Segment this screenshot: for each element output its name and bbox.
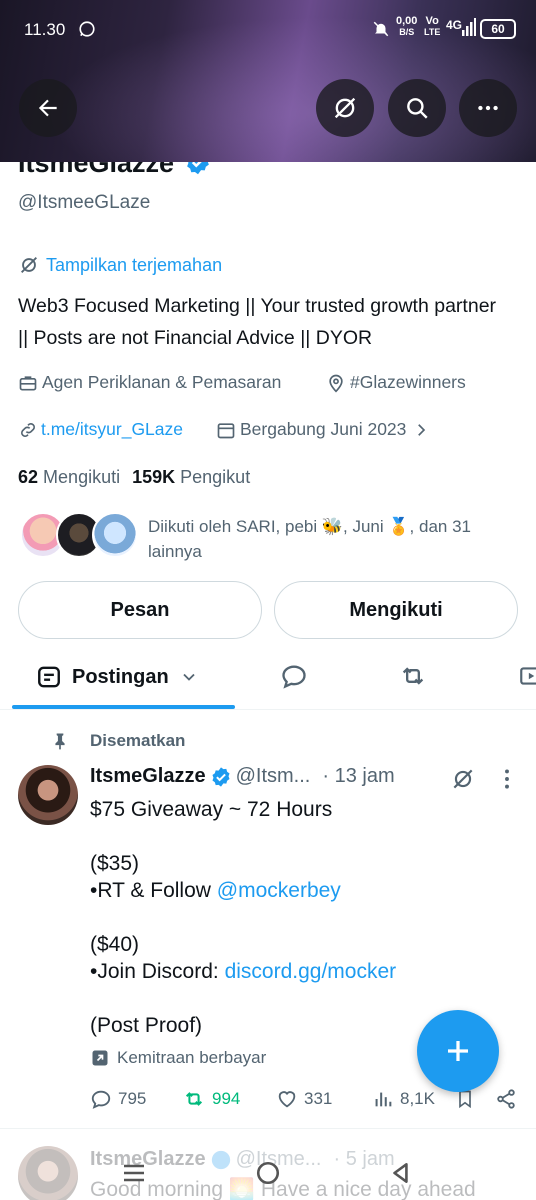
bookmark-button[interactable] [455,1088,475,1115]
grok-icon [453,769,473,789]
followed-by-avatars[interactable] [20,512,140,560]
location-pin-icon [329,374,343,393]
chevron-right-icon [418,423,426,436]
like-button[interactable]: 331 [276,1088,332,1110]
repost-icon [185,1092,203,1106]
video-icon [520,667,536,685]
tab-reposts[interactable] [398,662,428,695]
message-button[interactable]: Pesan [18,581,262,639]
translate-link[interactable]: Tampilkan terjemahan [18,254,222,276]
tab-replies[interactable] [280,662,308,695]
back-button[interactable] [19,79,77,137]
arrow-left-icon [38,99,57,117]
followers-stat[interactable]: 159K Pengikut [132,467,250,488]
reply-button[interactable]: 795 [90,1088,146,1110]
grok-button[interactable] [316,79,374,137]
repost-button[interactable]: 994 [182,1088,240,1110]
post-author-avatar[interactable] [18,765,78,825]
link-icon [21,422,35,437]
pin-icon [55,733,65,750]
posts-icon [38,666,60,688]
post-more-button[interactable] [498,766,516,797]
network-type: 4G [446,18,463,32]
share-button[interactable] [495,1088,517,1115]
mention-link[interactable]: @mockerbey [217,879,341,902]
verified-badge-icon [212,766,230,787]
profile-category: Agen Periklanan & Pemasaran [18,372,281,393]
views-icon [375,1092,392,1107]
following-stat[interactable]: 62 Mengikuti [18,467,120,488]
translate-label: Tampilkan terjemahan [46,254,223,275]
briefcase-icon [19,375,37,390]
compose-button[interactable] [417,1010,499,1092]
post-author-name[interactable]: ItsmeGlazze [90,765,206,788]
status-bar: 11.30 0,00 B/S Vo LTE 4G 60 [0,0,536,60]
profile-location: #Glazewinners [326,372,466,393]
signal-icon [462,18,476,41]
reply-icon [282,665,306,689]
home-button[interactable] [255,1160,281,1191]
paid-partnership-label: Kemitraan berbayar [90,1048,266,1068]
back-triangle-icon [393,1163,408,1183]
battery-icon: 60 [480,19,516,39]
profile-tabs: Postingan [0,650,536,709]
grok-icon [334,97,356,119]
plus-icon [448,1041,468,1061]
search-button[interactable] [388,79,446,137]
status-time: 11.30 [24,20,66,39]
tab-media[interactable] [518,662,536,695]
profile-website[interactable]: t.me/itsyur_GLaze [18,419,183,440]
whatsapp-icon [78,20,96,43]
mute-icon [372,20,390,43]
views-button[interactable]: 8,1K [372,1088,435,1110]
profile-bio: Web3 Focused Marketing || Your trusted g… [18,295,497,349]
profile-joined[interactable]: Bergabung Juni 2023 [216,419,430,440]
volte-indicator: Vo LTE [424,15,441,38]
post-body: $75 Giveaway ~ 72 Hours ($35) •RT & Foll… [90,798,397,1037]
menu-icon [124,1164,144,1182]
more-options-button[interactable] [459,79,517,137]
pinned-label: Disematkan [50,731,185,751]
tabs-divider [0,709,536,710]
network-speed: 0,00 B/S [396,15,418,38]
repost-icon [402,667,424,685]
system-nav-bar [0,1140,536,1200]
reply-icon [91,1090,111,1109]
followed-by-text[interactable]: Diikuti oleh SARI, pebi 🐝, Juni 🏅, dan 3… [148,514,518,564]
chevron-down-icon[interactable] [179,667,199,687]
search-icon [407,98,428,119]
heart-icon [278,1091,296,1108]
home-circle-icon [256,1161,280,1185]
post-author-handle: @Itsm... [235,765,311,787]
following-button[interactable]: Mengikuti [274,581,518,639]
paid-partnership-icon [92,1050,108,1066]
tab-posts[interactable]: Postingan [36,664,199,690]
follow-stats: 62 Mengikuti 159K Pengikut [18,467,250,488]
share-icon [497,1089,515,1109]
profile-handle: @ItsmeeGLaze [18,192,151,213]
post-grok-button[interactable] [450,766,476,797]
back-nav-button[interactable] [388,1160,414,1191]
recent-apps-button[interactable] [120,1162,148,1189]
post-divider [0,1128,536,1129]
more-vertical-icon [505,769,509,789]
grok-icon [21,257,37,273]
discord-link[interactable]: discord.gg/mocker [225,960,397,983]
avatar [92,512,138,558]
post-time: · 13 jam [322,765,395,787]
calendar-icon [217,422,235,438]
more-icon [478,105,498,111]
